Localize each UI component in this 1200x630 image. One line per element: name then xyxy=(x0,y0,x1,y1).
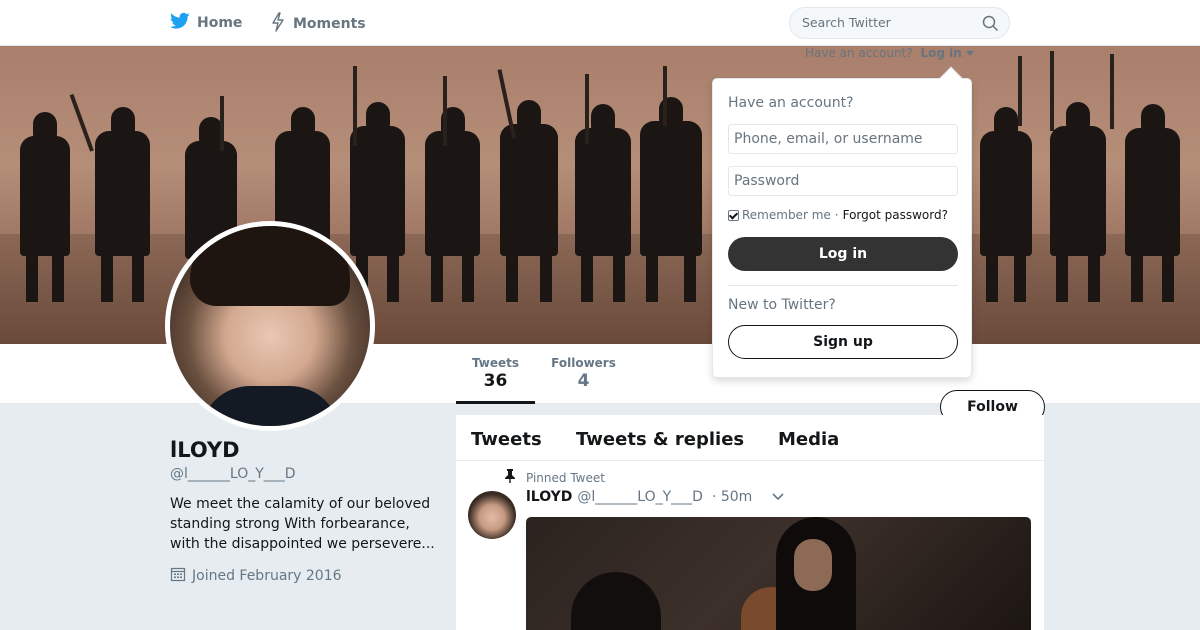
tweet-media-image[interactable] xyxy=(526,517,1031,630)
password-field[interactable] xyxy=(728,166,958,196)
nav-home[interactable]: Home xyxy=(170,12,242,34)
account-prompt-text: Have an account? xyxy=(805,46,913,60)
remember-me-checkbox[interactable] xyxy=(728,209,739,221)
stat-tweets-count: 36 xyxy=(483,371,508,391)
login-dropdown-heading: Have an account? xyxy=(728,95,854,111)
stat-followers-label: Followers xyxy=(551,356,616,370)
profile-handle[interactable]: @l______LO_Y___D xyxy=(170,466,440,482)
separator-dot: · xyxy=(834,208,839,222)
profile-avatar[interactable] xyxy=(165,221,375,431)
timeline: Tweets Tweets & replies Media Pinned Twe… xyxy=(456,415,1044,630)
profile-joined-date: Joined February 2016 xyxy=(170,566,440,586)
calendar-icon xyxy=(170,566,186,586)
divider xyxy=(728,285,958,286)
profile-joined-label: Joined February 2016 xyxy=(192,568,342,584)
nav-home-label: Home xyxy=(197,15,243,31)
search-icon[interactable] xyxy=(982,15,999,36)
stat-followers[interactable]: Followers 4 xyxy=(546,356,621,391)
pinned-tweet-label: Pinned Tweet xyxy=(526,470,605,485)
pinned-tweet-indicator: Pinned Tweet xyxy=(504,469,605,486)
search-input[interactable] xyxy=(802,15,972,30)
account-prompt: Have an account? Log in xyxy=(805,46,974,60)
pin-icon xyxy=(504,469,516,486)
tweet-author-handle[interactable]: @l______LO_Y___D xyxy=(577,489,703,505)
profile-name[interactable]: lLOYD xyxy=(170,438,440,462)
tweet-timestamp[interactable]: · 50m xyxy=(712,489,752,505)
forgot-password-link[interactable]: Forgot password? xyxy=(843,208,948,222)
signup-button[interactable]: Sign up xyxy=(728,325,958,359)
new-to-twitter-label: New to Twitter? xyxy=(728,297,836,313)
stat-tweets-label: Tweets xyxy=(471,356,520,370)
tab-media[interactable]: Media xyxy=(778,429,839,450)
twitter-bird-icon xyxy=(170,12,190,34)
tweet-avatar[interactable] xyxy=(468,491,516,539)
tab-tweets-and-replies[interactable]: Tweets & replies xyxy=(576,429,744,450)
search-box[interactable] xyxy=(789,7,1010,39)
login-dropdown: Have an account? Remember me · Forgot pa… xyxy=(712,66,972,378)
timeline-tabs: Tweets Tweets & replies Media xyxy=(456,415,1044,461)
tab-tweets[interactable]: Tweets xyxy=(471,429,542,450)
remember-row: Remember me · Forgot password? xyxy=(728,208,948,222)
stat-tweets[interactable]: Tweets 36 xyxy=(456,356,535,404)
tweet-header: lLOYD @l______LO_Y___D · 50m xyxy=(526,489,784,505)
tweet-author-name[interactable]: lLOYD xyxy=(526,489,572,505)
remember-me-label[interactable]: Remember me xyxy=(742,208,831,222)
nav-moments-label: Moments xyxy=(293,16,366,32)
username-field[interactable] xyxy=(728,124,958,154)
top-nav-bar: Home Moments xyxy=(0,0,1200,46)
nav-moments[interactable]: Moments xyxy=(270,12,366,36)
login-button[interactable]: Log in xyxy=(728,237,958,271)
chevron-down-icon[interactable] xyxy=(772,489,784,505)
lightning-icon xyxy=(270,12,286,36)
profile-card: lLOYD @l______LO_Y___D We meet the calam… xyxy=(170,438,440,586)
stat-followers-count: 4 xyxy=(577,371,590,391)
caret-down-icon xyxy=(965,51,974,56)
login-link[interactable]: Log in xyxy=(920,46,974,60)
profile-bio: We meet the calamity of our beloved stan… xyxy=(170,496,435,552)
